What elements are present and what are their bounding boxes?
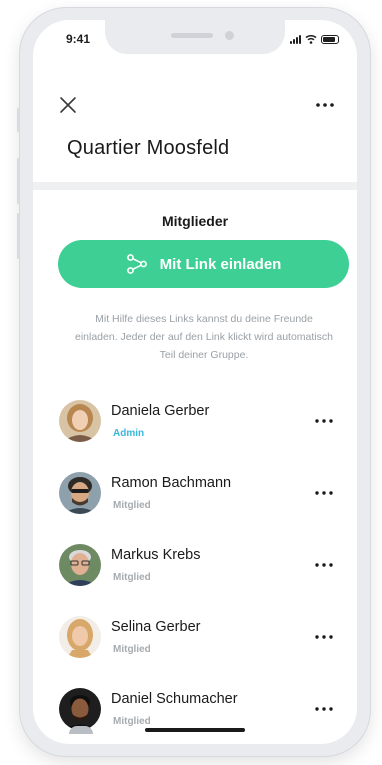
more-options-icon[interactable] (313, 630, 335, 644)
phone-frame: 9:41 Quartier Moosfeld Mitglieder Mit Li… (17, 8, 370, 756)
avatar (59, 616, 101, 658)
share-link-icon (126, 254, 147, 274)
status-bar: 9:41 (33, 20, 357, 56)
member-role: Admin (113, 428, 145, 439)
more-options-icon[interactable] (313, 94, 337, 116)
battery-icon (321, 35, 339, 44)
avatar (59, 544, 101, 586)
member-name: Daniel Schumacher (111, 691, 238, 707)
volume-up-button (17, 158, 20, 204)
member-name: Ramon Bachmann (111, 475, 232, 491)
member-row-ramon-bachmann[interactable]: Ramon Bachmann Mitglied (33, 472, 357, 532)
member-row-selina-gerber[interactable]: Selina Gerber Mitglied (33, 616, 357, 676)
member-role: Mitglied (113, 716, 151, 727)
more-options-icon[interactable] (313, 702, 335, 716)
member-name: Markus Krebs (111, 547, 201, 563)
signal-icon (290, 35, 301, 44)
member-role: Mitglied (113, 572, 151, 583)
app-screen: 9:41 Quartier Moosfeld Mitglieder Mit Li… (33, 20, 357, 744)
avatar (59, 688, 101, 730)
more-options-icon[interactable] (313, 414, 335, 428)
member-role: Mitglied (113, 644, 151, 655)
invite-hint-text: Mit Hilfe dieses Links kannst du deine F… (75, 313, 333, 361)
members-heading: Mitglieder (161, 213, 229, 229)
member-row-daniela-gerber[interactable]: Daniela Gerber Admin (33, 400, 357, 460)
member-name: Selina Gerber (111, 619, 201, 635)
status-time: 9:41 (66, 32, 91, 46)
member-row-daniel-schumacher[interactable]: Daniel Schumacher Mitglied (33, 688, 357, 744)
member-row-markus-krebs[interactable]: Markus Krebs Mitglied (33, 544, 357, 604)
section-divider (33, 182, 357, 190)
status-icons (290, 34, 339, 44)
next-member-avatar-peek (69, 726, 93, 734)
more-options-icon[interactable] (313, 486, 335, 500)
volume-down-button (17, 213, 20, 259)
more-options-icon[interactable] (313, 558, 335, 572)
avatar (59, 400, 101, 442)
avatar (59, 472, 101, 514)
close-icon[interactable] (57, 94, 79, 116)
invite-link-button[interactable]: Mit Link einladen (58, 240, 349, 288)
invite-button-label: Mit Link einladen (159, 255, 282, 273)
mute-switch (17, 108, 20, 132)
page-title: Quartier Moosfeld (67, 137, 230, 159)
wifi-icon (305, 35, 317, 44)
member-name: Daniela Gerber (111, 403, 210, 419)
home-indicator[interactable] (145, 728, 245, 732)
member-role: Mitglied (113, 500, 151, 511)
